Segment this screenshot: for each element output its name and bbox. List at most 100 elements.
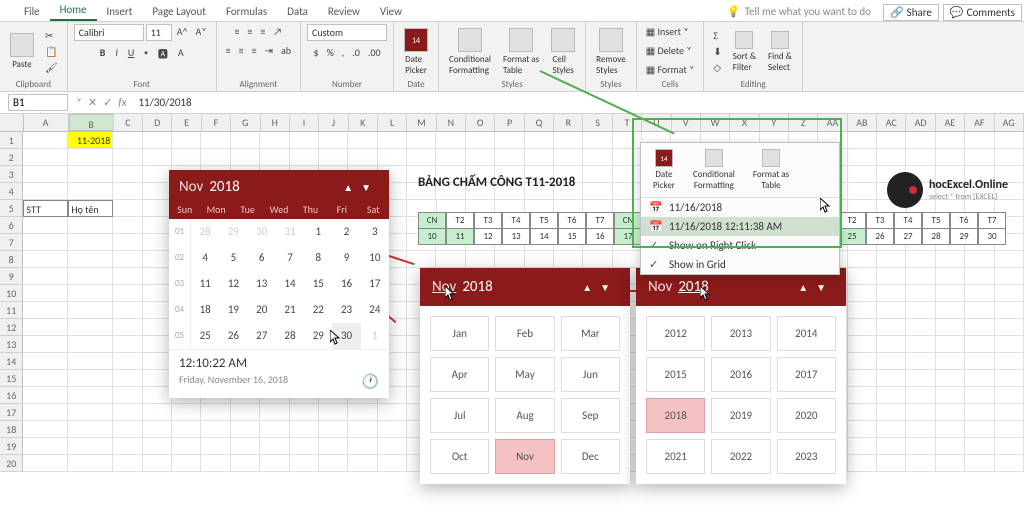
column-header[interactable]: A [24, 114, 69, 131]
column-header[interactable]: Q [525, 114, 554, 131]
cell[interactable] [436, 251, 465, 268]
tab-file[interactable]: File [14, 2, 50, 21]
cell[interactable] [965, 251, 994, 268]
cell[interactable] [23, 251, 68, 268]
cell[interactable] [143, 285, 172, 302]
calendar-day[interactable]: 14 [276, 271, 304, 297]
cell[interactable] [906, 132, 935, 149]
cell[interactable] [583, 166, 612, 183]
cell[interactable] [143, 149, 172, 166]
cell[interactable] [348, 438, 377, 455]
tab-data[interactable]: Data [277, 2, 318, 21]
month-cell[interactable]: Apr [430, 357, 489, 392]
row-header[interactable]: 18 [0, 421, 23, 438]
row-header[interactable]: 2 [0, 149, 23, 166]
calendar-day[interactable]: 31 [276, 219, 304, 245]
cell[interactable] [68, 336, 113, 353]
cell[interactable] [260, 149, 289, 166]
row-header[interactable]: 17 [0, 404, 23, 421]
row-header[interactable]: 3 [0, 166, 23, 183]
cell[interactable] [378, 438, 407, 455]
cell[interactable] [172, 438, 201, 455]
font-name[interactable]: Calibri [74, 24, 144, 41]
tab-view[interactable]: View [370, 2, 412, 21]
cell[interactable] [936, 353, 965, 370]
cell[interactable] [906, 404, 935, 421]
font-size[interactable]: 11 [146, 24, 172, 41]
cell[interactable] [348, 404, 377, 421]
cell[interactable] [965, 370, 994, 387]
year-cell[interactable]: 2014 [777, 316, 836, 351]
column-header[interactable]: E [172, 114, 201, 131]
row-header[interactable]: 10 [0, 285, 23, 302]
cell[interactable] [143, 336, 172, 353]
calendar-day[interactable]: 21 [276, 297, 304, 323]
cell[interactable] [936, 336, 965, 353]
year-cell[interactable]: 2013 [711, 316, 770, 351]
row-header[interactable]: 4 [0, 183, 23, 200]
sort-filter[interactable]: Sort & Filter [729, 29, 760, 75]
calendar-day[interactable]: 20 [248, 297, 276, 323]
cell[interactable] [466, 132, 495, 149]
column-header[interactable]: P [495, 114, 524, 131]
cell[interactable] [583, 251, 612, 268]
calendar-day[interactable]: 16 [332, 271, 360, 297]
cell[interactable] [260, 421, 289, 438]
cell[interactable] [936, 302, 965, 319]
tab-review[interactable]: Review [318, 2, 370, 21]
row-header[interactable]: 11 [0, 302, 23, 319]
calendar-day[interactable]: 23 [332, 297, 360, 323]
italic-button[interactable]: I [112, 45, 121, 62]
cell[interactable] [113, 455, 142, 472]
cell[interactable]: Họ tên [68, 200, 113, 217]
cell[interactable] [965, 132, 994, 149]
year-cell[interactable]: 2020 [777, 398, 836, 433]
calendar-day[interactable]: 15 [304, 271, 332, 297]
cell[interactable] [906, 455, 935, 472]
cell[interactable] [936, 387, 965, 404]
cell[interactable] [965, 421, 994, 438]
cell[interactable] [113, 217, 142, 234]
cell[interactable] [113, 166, 142, 183]
clock-icon[interactable]: 🕐 [362, 373, 379, 390]
cut-button[interactable]: ✂ [42, 28, 61, 43]
column-header[interactable]: AD [906, 114, 935, 131]
tab-formulas[interactable]: Formulas [216, 2, 277, 21]
cell[interactable] [995, 336, 1024, 353]
cell[interactable] [348, 132, 377, 149]
calendar-day[interactable]: 22 [304, 297, 332, 323]
cell[interactable] [848, 370, 877, 387]
cell[interactable] [877, 268, 906, 285]
cell[interactable] [290, 438, 319, 455]
cell[interactable] [877, 438, 906, 455]
cell[interactable] [995, 302, 1024, 319]
cell[interactable] [995, 251, 1024, 268]
cell[interactable] [348, 455, 377, 472]
cell[interactable] [68, 149, 113, 166]
cell[interactable] [877, 455, 906, 472]
cell[interactable] [378, 455, 407, 472]
cell[interactable] [231, 132, 260, 149]
cell[interactable] [848, 166, 877, 183]
column-header[interactable]: V [672, 114, 701, 131]
cell[interactable] [68, 166, 113, 183]
calendar-day[interactable]: 6 [248, 245, 276, 271]
cell[interactable] [965, 336, 994, 353]
formula-input[interactable]: 11/30/2018 [134, 95, 1024, 110]
share-button[interactable]: 🔗 Share [883, 4, 939, 21]
calendar-day[interactable]: 17 [361, 271, 389, 297]
cell[interactable] [143, 302, 172, 319]
calendar-day[interactable]: 11 [191, 271, 219, 297]
cell[interactable] [378, 132, 407, 149]
month-cell[interactable]: Jul [430, 398, 489, 433]
cell[interactable] [23, 404, 68, 421]
cell[interactable] [290, 132, 319, 149]
delete-cells[interactable]: ▦ Delete ˅ [643, 43, 695, 58]
cell[interactable] [143, 421, 172, 438]
month-cell[interactable]: May [495, 357, 554, 392]
wrap-text[interactable]: ab [278, 43, 294, 58]
cell[interactable] [143, 319, 172, 336]
cell[interactable] [965, 404, 994, 421]
cell[interactable] [260, 132, 289, 149]
cell[interactable] [936, 370, 965, 387]
